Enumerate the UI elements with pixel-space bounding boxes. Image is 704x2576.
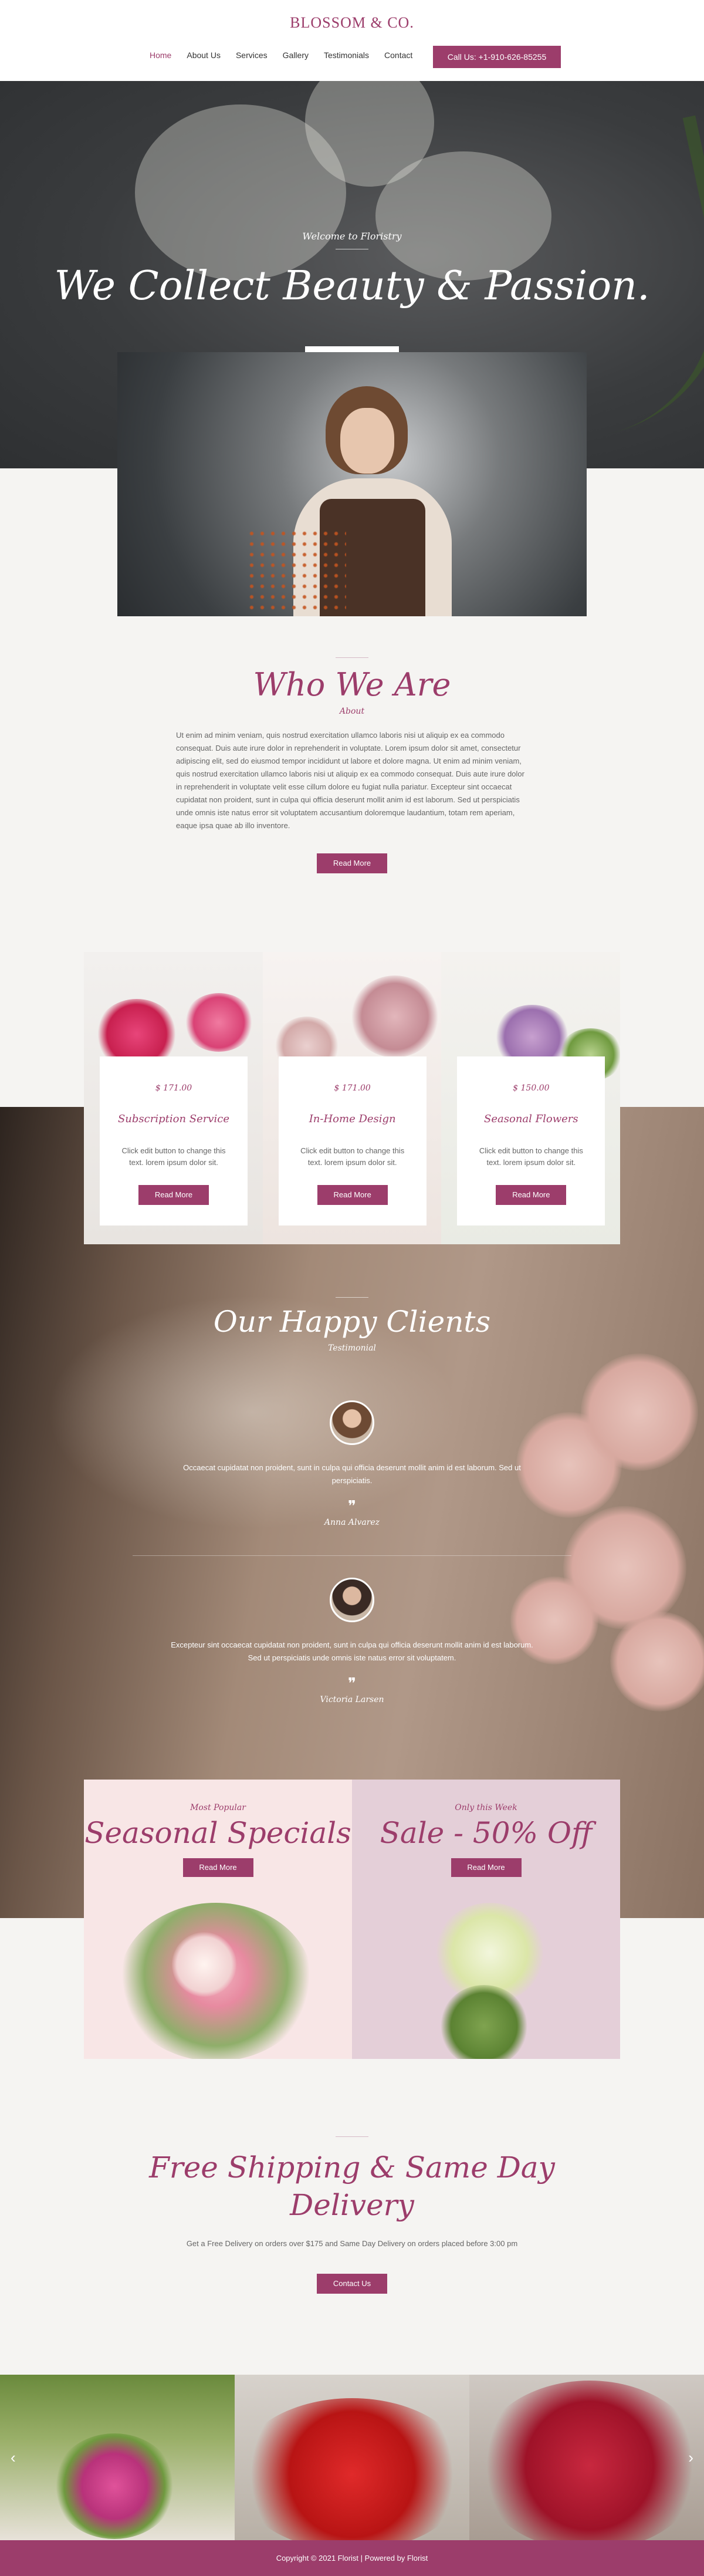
berry-branch bbox=[246, 528, 346, 610]
section-divider bbox=[336, 1297, 368, 1298]
avatar bbox=[330, 1578, 374, 1622]
promo-read-more-button[interactable]: Read More bbox=[182, 1858, 253, 1877]
service-read-more-button[interactable]: Read More bbox=[496, 1185, 567, 1205]
testimonials-subtitle: Testimonial bbox=[328, 1343, 376, 1353]
promo-title: Seasonal Specials bbox=[84, 1816, 351, 1850]
service-price: $ 171.00 bbox=[334, 1083, 371, 1093]
call-us-button[interactable]: Call Us: +1-910-626-85255 bbox=[433, 46, 561, 68]
nav-contact[interactable]: Contact bbox=[384, 50, 412, 60]
nav-gallery[interactable]: Gallery bbox=[283, 50, 309, 60]
service-text: Click edit button to change this text. l… bbox=[300, 1146, 405, 1167]
service-read-more-button[interactable]: Read More bbox=[317, 1185, 388, 1205]
service-title: Subscription Service bbox=[117, 1113, 230, 1125]
quote-icon: ❞ bbox=[348, 1498, 356, 1515]
florist-photo bbox=[117, 352, 587, 616]
site-footer: Copyright © 2021 Florist | Powered by Fl… bbox=[0, 2540, 704, 2576]
nav-home[interactable]: Home bbox=[150, 50, 171, 60]
services-cards: $ 171.00 Subscription Service Click edit… bbox=[84, 952, 621, 1244]
testimonials-header: Our Happy Clients Testimonial bbox=[0, 1297, 704, 1353]
service-card: $ 171.00 Subscription Service Click edit… bbox=[100, 1056, 248, 1225]
chevron-left-icon[interactable]: ‹ bbox=[11, 2449, 16, 2467]
shipping-section: Free Shipping & Same Day Delivery Get a … bbox=[0, 2136, 704, 2294]
service-card: $ 171.00 In-Home Design Click edit butto… bbox=[278, 1056, 427, 1225]
testimonial-name: Victoria Larsen bbox=[320, 1695, 384, 1704]
copyright-text: Copyright © 2021 Florist | Powered by Fl… bbox=[276, 2554, 428, 2563]
site-header: BLOSSOM & CO. Home About Us Services Gal… bbox=[0, 0, 704, 81]
shipping-title-line2: Delivery bbox=[290, 2188, 414, 2222]
testimonial-text: Occaecat cupidatat non proident, sunt in… bbox=[183, 1463, 521, 1485]
promo-kicker: Only this Week bbox=[455, 1803, 517, 1812]
service-price: $ 171.00 bbox=[155, 1083, 192, 1093]
promo-kicker: Most Popular bbox=[190, 1803, 246, 1812]
about-title: Who We Are bbox=[253, 666, 451, 703]
promo-title: Sale - 50% Off bbox=[380, 1816, 593, 1850]
promo-read-more-button[interactable]: Read More bbox=[451, 1858, 522, 1877]
service-text: Click edit button to change this text. l… bbox=[121, 1146, 226, 1167]
service-title: In-Home Design bbox=[309, 1113, 396, 1125]
gallery-image[interactable] bbox=[235, 2375, 469, 2540]
nav-services[interactable]: Services bbox=[236, 50, 268, 60]
testimonial-divider bbox=[133, 1555, 571, 1556]
testimonial-name: Anna Alvarez bbox=[324, 1518, 380, 1527]
service-read-more-button[interactable]: Read More bbox=[138, 1185, 209, 1205]
about-read-more-button[interactable]: Read More bbox=[317, 853, 387, 873]
nav-testimonials[interactable]: Testimonials bbox=[324, 50, 369, 60]
nav-about[interactable]: About Us bbox=[187, 50, 221, 60]
hero-title: We Collect Beauty & Passion. bbox=[54, 263, 650, 309]
testimonials-title: Our Happy Clients bbox=[213, 1305, 491, 1339]
lily-image bbox=[375, 151, 551, 281]
about-text: Ut enim ad minim veniam, quis nostrud ex… bbox=[176, 731, 524, 830]
promo-seasonal-specials: Most Popular Seasonal Specials Read More bbox=[84, 1780, 352, 2059]
about-subtitle: About bbox=[339, 707, 365, 716]
ranunculus-image bbox=[475, 2381, 704, 2540]
testimonial-item: Occaecat cupidatat non proident, sunt in… bbox=[0, 1400, 704, 1527]
gallery-image[interactable]: ‹ bbox=[0, 2375, 235, 2540]
hero-welcome: Welcome to Floristry bbox=[302, 231, 402, 242]
main-nav: Home About Us Services Gallery Testimoni… bbox=[150, 50, 412, 60]
service-card-subscription: $ 171.00 Subscription Service Click edit… bbox=[84, 952, 263, 1244]
service-text: Click edit button to change this text. l… bbox=[479, 1146, 583, 1167]
testimonial-text: Excepteur sint occaecat cupidatat non pr… bbox=[171, 1640, 533, 1662]
service-title: Seasonal Flowers bbox=[484, 1113, 578, 1125]
service-price: $ 150.00 bbox=[513, 1083, 550, 1093]
shipping-text: Get a Free Delivery on orders over $175 … bbox=[186, 2239, 518, 2248]
florist-face bbox=[340, 408, 394, 474]
section-divider bbox=[336, 657, 368, 658]
peony-image bbox=[172, 1932, 236, 1997]
avatar bbox=[330, 1400, 374, 1445]
bouquet-image bbox=[53, 2433, 176, 2539]
rose-image bbox=[184, 993, 254, 1052]
contact-us-button[interactable]: Contact Us bbox=[317, 2274, 387, 2294]
site-logo[interactable]: BLOSSOM & CO. bbox=[0, 14, 704, 32]
shipping-title-line1: Free Shipping & Same Day bbox=[149, 2150, 555, 2185]
about-section: Who We Are About Ut enim ad minim veniam… bbox=[0, 657, 704, 873]
dahlia-image bbox=[350, 975, 439, 1058]
section-divider bbox=[336, 2136, 368, 2137]
service-card-in-home: $ 171.00 In-Home Design Click edit butto… bbox=[262, 952, 442, 1244]
promo-sale: Only this Week Sale - 50% Off Read More bbox=[352, 1780, 620, 2059]
gallery-carousel: ‹ › bbox=[0, 2375, 704, 2540]
quote-icon: ❞ bbox=[348, 1675, 356, 1693]
shipping-title: Free Shipping & Same Day Delivery bbox=[0, 2149, 704, 2224]
roses-image bbox=[235, 2398, 469, 2540]
service-card-seasonal: $ 150.00 Seasonal Flowers Click edit but… bbox=[441, 952, 621, 1244]
testimonial-item: Excepteur sint occaecat cupidatat non pr… bbox=[0, 1578, 704, 1704]
gallery-image[interactable]: › bbox=[469, 2375, 704, 2540]
service-card: $ 150.00 Seasonal Flowers Click edit but… bbox=[457, 1056, 605, 1225]
chevron-right-icon[interactable]: › bbox=[688, 2449, 693, 2467]
